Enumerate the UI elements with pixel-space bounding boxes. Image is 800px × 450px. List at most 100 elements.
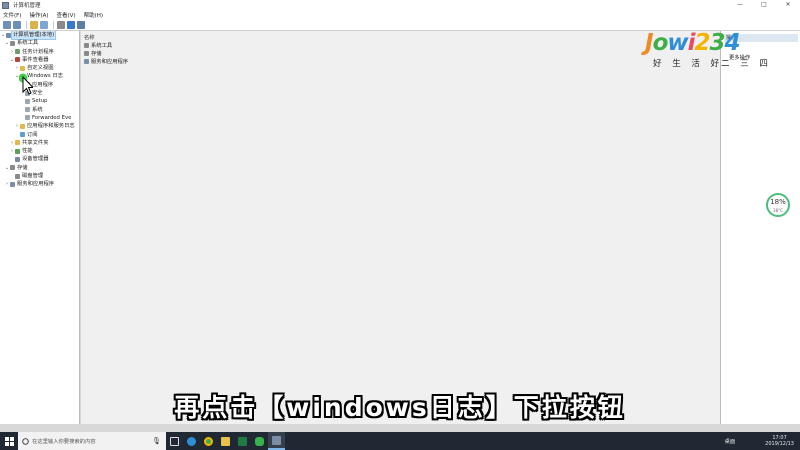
chrome-icon[interactable] [200, 432, 217, 450]
tree-item-shared-folders[interactable]: › 共享文件夹 [0, 139, 79, 147]
search-icon [22, 437, 29, 445]
console-icon[interactable] [77, 20, 85, 29]
cpu-usage-widget[interactable]: 18% 38°C [766, 193, 790, 217]
close-button[interactable]: ✕ [776, 0, 800, 10]
navigation-tree: ⌄ 计算机管理(本地) ⌄ 系统工具 › 任务计划程序 ⌄ 事件查看器 › 自定… [0, 31, 80, 424]
tools-icon [10, 40, 15, 46]
menu-view[interactable]: 查看(V) [57, 11, 76, 19]
menu-file[interactable]: 文件(F) [3, 11, 21, 19]
services-icon [84, 58, 89, 64]
log-icon [25, 107, 30, 113]
cpu-percent: 18% [770, 198, 786, 206]
services-icon [10, 181, 15, 187]
tree-item-label: 磁盘管理 [22, 173, 44, 180]
tree-item-label: 系统工具 [17, 40, 39, 47]
content-pane: 名称 系统工具 存储 服务和应用程序 [81, 31, 720, 424]
tree-item-system-log[interactable]: 系统 [0, 106, 79, 114]
tree-item-label: 计算机管理(本地) [10, 31, 57, 41]
logo-slogan-2: 二 三 四 [721, 59, 772, 69]
toolbar-divider [26, 20, 27, 29]
tree-item-performance[interactable]: › 性能 [0, 147, 79, 155]
tree-item-app-service-logs[interactable]: › 应用程序和服务日志 [0, 122, 79, 130]
tree-item-device-manager[interactable]: 设备管理器 [0, 155, 79, 163]
folder-icon [20, 65, 25, 71]
tree-item-application-log[interactable]: 应用程序 [0, 81, 79, 89]
menu-bar: 文件(F) 操作(A) 查看(V) 帮助(H) [0, 10, 800, 19]
tree-item-storage[interactable]: ⌄ 存储 [0, 164, 79, 172]
tree-item-label: Setup [32, 98, 48, 105]
tree-item-subscriptions[interactable]: 订阅 [0, 131, 79, 139]
up-icon[interactable] [30, 20, 38, 29]
tree-item-label: 存储 [17, 164, 28, 171]
logo-wordmark: Jowi234 [645, 30, 741, 56]
tree-item-label: 共享文件夹 [22, 139, 49, 146]
tree-item-event-viewer[interactable]: ⌄ 事件查看器 [0, 56, 79, 64]
tree-item-label: 任务计划程序 [22, 48, 54, 55]
tree-item-label: 应用程序和服务日志 [27, 123, 75, 130]
tree-item-label: 系统 [32, 106, 43, 113]
tree-item-label: 订阅 [27, 131, 38, 138]
toolbar-divider [53, 20, 54, 29]
computer-management-taskbar-icon[interactable] [268, 432, 285, 450]
storage-icon [10, 165, 15, 171]
tree-item-windows-logs[interactable]: ⌄ Windows 日志 [0, 72, 79, 80]
clock-date: 2019/12/13 [765, 441, 794, 447]
shared-folder-icon [15, 140, 20, 146]
log-icon [25, 98, 30, 104]
device-manager-icon [15, 156, 20, 162]
tools-icon [84, 42, 89, 48]
window-controls: — □ ✕ [728, 0, 800, 10]
watermark-logo: Jowi234 好 生 活 好 二 三 四 [645, 30, 775, 70]
show-hide-tree-icon[interactable] [40, 20, 48, 29]
folder-icon [20, 123, 25, 129]
desktop-toolbar-label[interactable]: 桌面 [725, 437, 736, 445]
list-item[interactable]: 服务和应用程序 [84, 58, 128, 66]
actions-pane: 操作 更多操作 [720, 31, 800, 424]
tree-item-label: 自定义视图 [27, 65, 54, 72]
disk-icon [15, 173, 20, 179]
event-viewer-icon [15, 57, 20, 63]
edge-icon[interactable] [183, 432, 200, 450]
list-item[interactable]: 存储 [84, 50, 102, 58]
tree-item-custom-views[interactable]: › 自定义视图 [0, 64, 79, 72]
window-title: 计算机管理 [13, 3, 41, 9]
wechat-icon[interactable] [251, 432, 268, 450]
taskbar-search-box[interactable]: 在这里输入你要搜索的内容 🎙 [18, 432, 166, 450]
column-header-name[interactable]: 名称 [84, 33, 95, 41]
performance-icon [15, 148, 20, 154]
tree-item-disk-management[interactable]: 磁盘管理 [0, 172, 79, 180]
minimize-button[interactable]: — [728, 0, 752, 10]
task-view-icon[interactable] [166, 432, 183, 450]
file-explorer-icon[interactable] [217, 432, 234, 450]
title-bar: 计算机管理 — □ ✕ [0, 0, 800, 10]
tree-item-forwarded-events[interactable]: Forwarded Eve [0, 114, 79, 122]
tree-item-label: 性能 [22, 148, 33, 155]
start-button[interactable] [0, 432, 18, 450]
list-item-label: 存储 [91, 51, 102, 57]
clock-icon [15, 49, 20, 55]
tree-item-task-scheduler[interactable]: › 任务计划程序 [0, 48, 79, 56]
subscription-icon [20, 132, 25, 138]
list-item-label: 服务和应用程序 [91, 59, 129, 65]
tree-item-setup-log[interactable]: Setup [0, 97, 79, 105]
list-item[interactable]: 系统工具 [84, 42, 112, 50]
tree-item-label: 应用程序 [32, 81, 54, 88]
help-icon[interactable] [67, 20, 75, 29]
tree-item-system-tools[interactable]: ⌄ 系统工具 [0, 39, 79, 47]
tree-item-computer-management[interactable]: ⌄ 计算机管理(本地) [0, 31, 79, 41]
tree-item-security-log[interactable]: 安全 [0, 89, 79, 97]
tree-item-label: 服务和应用程序 [17, 181, 55, 188]
back-icon[interactable] [3, 20, 11, 29]
storage-icon [84, 50, 89, 56]
excel-icon[interactable] [234, 432, 251, 450]
logo-slogan: 好 生 活 好 [653, 59, 724, 69]
menu-action[interactable]: 操作(A) [29, 11, 48, 19]
system-clock[interactable]: 17:07 2019/12/13 [765, 435, 794, 447]
forward-icon[interactable] [13, 20, 21, 29]
properties-icon[interactable] [57, 20, 65, 29]
microphone-icon[interactable]: 🎙 [152, 437, 161, 445]
tree-item-label: Forwarded Eve [32, 114, 72, 121]
menu-help[interactable]: 帮助(H) [84, 11, 103, 19]
tree-item-services-apps[interactable]: › 服务和应用程序 [0, 180, 79, 188]
maximize-button[interactable]: □ [752, 0, 776, 10]
